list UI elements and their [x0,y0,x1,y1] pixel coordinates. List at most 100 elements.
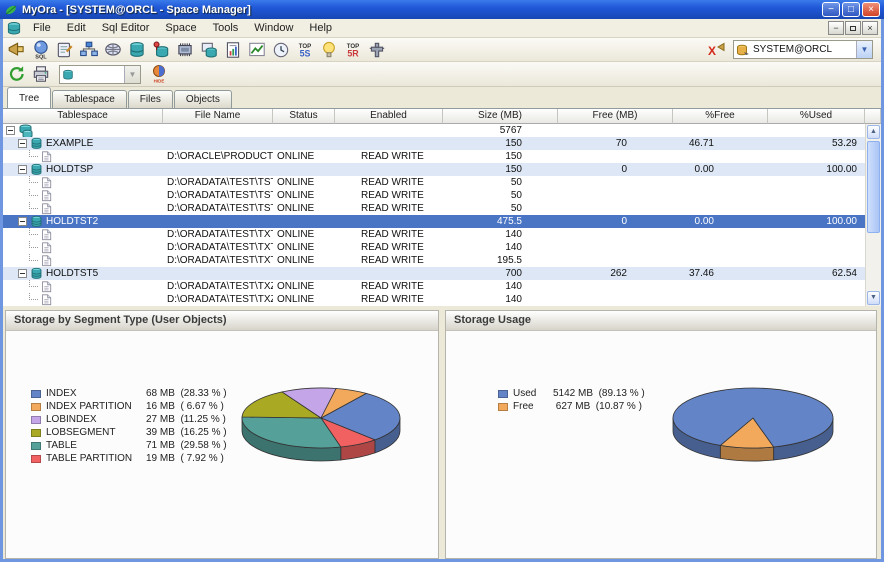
datafile-icon [42,190,52,202]
sessions-button[interactable] [101,39,125,61]
menu-item-tools[interactable]: Tools [205,20,247,36]
status-cell: ONLINE [277,294,315,305]
expand-collapse-box[interactable] [18,269,27,278]
column-header-tablespace[interactable]: Tablespace [3,109,163,124]
sql-query-button[interactable]: SQL [29,39,53,61]
expand-collapse-box[interactable] [18,139,27,148]
scroll-down-button[interactable]: ▼ [867,291,880,305]
status-cell: ONLINE [277,203,315,214]
sql-editor-button[interactable] [53,39,77,61]
app-logo-icon [5,5,17,14]
grid-row-datafile[interactable]: D:\ORADATA\TEST\TST0... ONLINE READ WRITE 5… [3,189,865,202]
enabled-cell: READ WRITE [361,190,424,201]
clock-icon [273,42,289,57]
pct-free-cell: 0.00 [694,164,714,175]
tab-files[interactable]: Files [127,90,173,108]
menu-item-help[interactable]: Help [301,20,340,36]
tab-tablespace[interactable]: Tablespace [52,90,127,108]
connection-combo[interactable]: SYSTEM@ORCL ▼ [733,40,873,59]
status-cell [273,124,335,137]
clock-button[interactable] [269,39,293,61]
close-button[interactable]: × [862,2,880,17]
megaphone-button[interactable] [5,39,29,61]
column-header-file-name[interactable]: File Name [163,109,273,124]
tablespace-combo[interactable]: ▼ [59,64,141,84]
pct-free-cell [673,293,768,306]
menu-item-file[interactable]: File [25,20,59,36]
svg-text:X: X [708,44,716,58]
vertical-scrollbar[interactable]: ▲ ▼ [865,124,881,306]
tab-tree[interactable]: Tree [7,87,52,108]
grid-row-datafile[interactable]: D:\ORADATA\TEST\TST0... ONLINE READ WRITE 5… [3,202,865,215]
refresh-button[interactable] [5,63,29,85]
mdi-close-button[interactable]: × [862,21,878,35]
enabled-cell [335,137,443,150]
line-chart-button[interactable] [245,39,269,61]
top-5s-button[interactable]: TOP 5S [293,39,317,61]
secondary-toolbar-buttons [5,63,53,85]
storage-button[interactable] [149,39,173,61]
hide-button[interactable]: HIDE [147,63,171,85]
tablespace-combo-arrow[interactable]: ▼ [124,65,140,83]
top-5r-button[interactable]: TOP 5R [341,39,365,61]
expand-collapse-box[interactable] [18,217,27,226]
scrollbar-thumb[interactable] [867,141,880,233]
schema-button[interactable] [77,39,101,61]
connection-combo-arrow[interactable]: ▼ [856,41,872,58]
column-header--free[interactable]: %Free [673,109,768,124]
column-header-status[interactable]: Status [273,109,335,124]
tab-objects[interactable]: Objects [173,90,232,108]
menu-item-space[interactable]: Space [157,20,204,36]
grid-row-tablespace-holdtst2[interactable]: HOLDTST2 475.5 0 0.00 100.00 [3,215,865,228]
grid-row-datafile[interactable]: D:\ORACLE\PRODUCT\1... ONLINE READ WRITE 15… [3,150,865,163]
connection-db-icon [737,44,749,55]
grid-row-datafile[interactable]: D:\ORADATA\TEST\TXT0... ONLINE READ WRITE 1… [3,228,865,241]
grid-row-datafile[interactable]: D:\ORADATA\TEST\TXZT... ONLINE READ WRITE 1… [3,280,865,293]
pct-used-cell [768,150,865,163]
tree-elbow [29,280,38,287]
copy-database-button[interactable] [197,39,221,61]
mdi-restore-button[interactable] [845,21,861,35]
datafile-icon [42,203,52,215]
grid-row-datafile[interactable]: D:\ORADATA\TEST\TXT0... ONLINE READ WRITE 1… [3,241,865,254]
grid-row-tablespace-holdtst5[interactable]: HOLDTST5 700 262 37.46 62.54 [3,267,865,280]
line-chart-icon [249,42,265,56]
grid-row-datafile[interactable]: D:\ORADATA\TEST\TXT0... ONLINE READ WRITE 1… [3,254,865,267]
column-header--used[interactable]: %Used [768,109,865,124]
column-header-enabled[interactable]: Enabled [335,109,443,124]
menu-item-window[interactable]: Window [246,20,301,36]
status-cell: ONLINE [277,151,315,162]
grid-row-database-root[interactable]: 5767 [3,124,865,137]
column-header-size-mb-[interactable]: Size (MB) [443,109,558,124]
size-mb-cell: 195.5 [496,255,522,266]
tree-cell [3,293,163,306]
expand-collapse-box[interactable] [18,165,27,174]
scroll-up-button[interactable]: ▲ [867,125,880,139]
print-button[interactable] [29,63,53,85]
report-button[interactable] [221,39,245,61]
column-header-free-mb-[interactable]: Free (MB) [558,109,673,124]
datafile-icon [42,281,52,293]
tablespace-name: HOLDTST2 [46,216,99,227]
grid-row-tablespace-example[interactable]: EXAMPLE 150 70 46.71 53.29 [3,137,865,150]
status-cell: ONLINE [277,242,315,253]
grid-row-datafile[interactable]: D:\ORADATA\TEST\TST0... ONLINE READ WRITE 5… [3,176,865,189]
minimize-button[interactable]: − [822,2,840,17]
expand-collapse-box[interactable] [6,126,15,135]
database-button[interactable] [125,39,149,61]
tablespace-icon [31,215,42,227]
grid-row-tablespace-holdtsp[interactable]: HOLDTSP 150 0 0.00 100.00 [3,163,865,176]
enabled-cell [335,124,443,137]
grid-row-datafile[interactable]: D:\ORADATA\TEST\TXZT... ONLINE READ WRITE 1… [3,293,865,306]
maximize-button[interactable]: □ [842,2,860,17]
tablespace-icon [31,267,42,279]
disconnect-button[interactable]: X [705,39,729,61]
file-name-cell: D:\ORADATA\TEST\TXZT... [167,281,273,292]
faucet-button[interactable] [365,39,389,61]
tree-elbow [29,228,38,235]
memory-button[interactable] [173,39,197,61]
mdi-minimize-button[interactable]: − [828,21,844,35]
bulb-button[interactable] [317,39,341,61]
menu-item-sql-editor[interactable]: Sql Editor [94,20,158,36]
menu-item-edit[interactable]: Edit [59,20,94,36]
